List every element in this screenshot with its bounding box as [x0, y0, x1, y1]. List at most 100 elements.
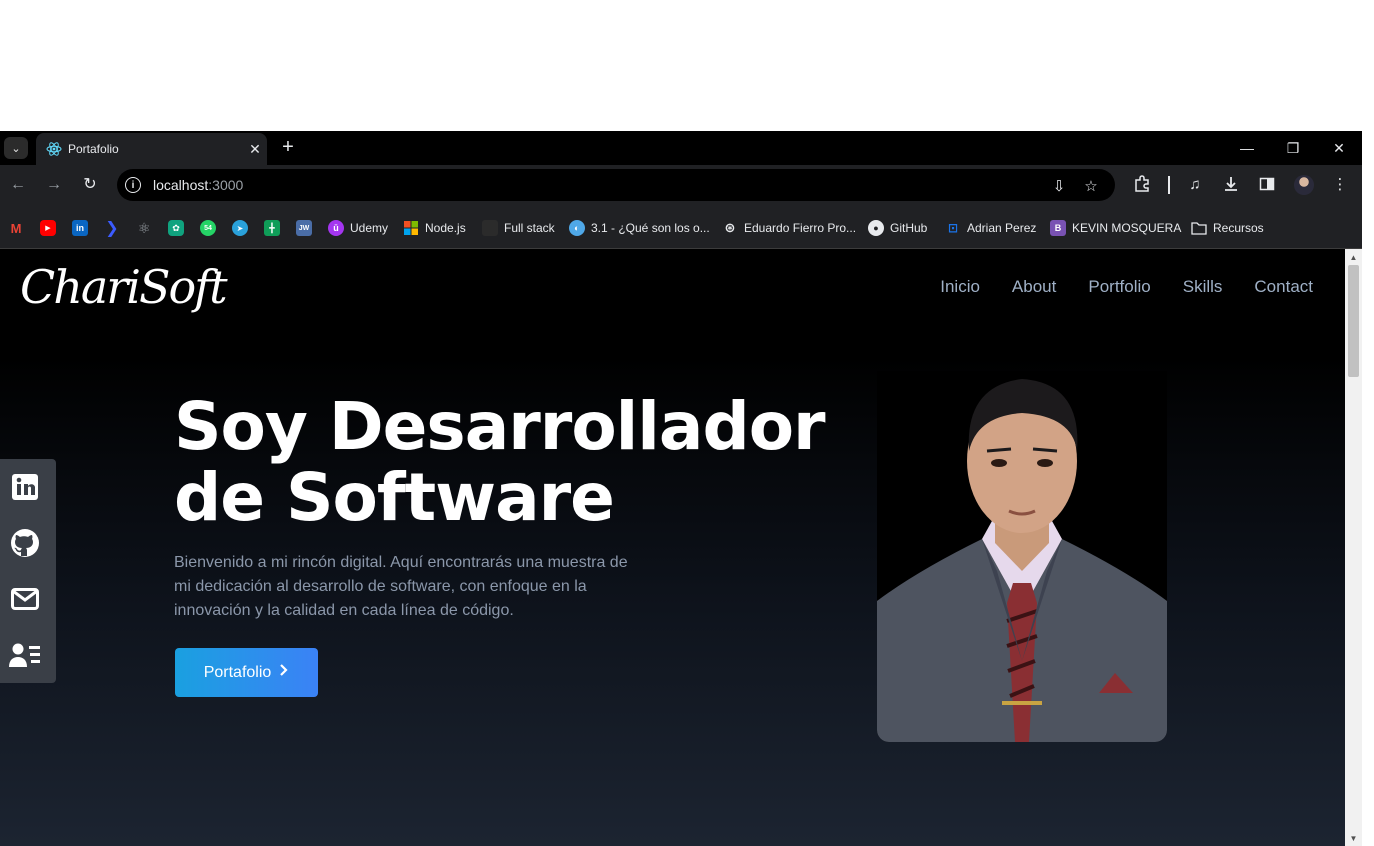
hero-title-line1: Soy Desarrollador [174, 388, 826, 465]
resume-icon[interactable] [9, 639, 41, 671]
restore-button[interactable]: ❐ [1270, 131, 1316, 165]
chevron-down-icon: ⌄ [11, 142, 21, 155]
folder-icon [1191, 220, 1207, 236]
url-host: localhost [153, 177, 209, 193]
bookmark-label: Udemy [350, 221, 389, 235]
reload-button[interactable]: ↻ [78, 173, 102, 197]
react-icon: ⚛ [137, 219, 151, 236]
bookmark-nodejs[interactable]: Node.js [403, 219, 466, 237]
site-info-icon[interactable]: i [125, 177, 141, 193]
hero-description: Bienvenido a mi rincón digital. Aquí enc… [174, 554, 628, 619]
bookmark-star-icon[interactable]: ☆ [1081, 177, 1101, 197]
bookmark-label: Node.js [425, 221, 466, 235]
bookmark-github[interactable]: ● GitHub [868, 219, 927, 237]
bootstrap-icon: B [1050, 220, 1066, 236]
scroll-up-icon[interactable]: ▲ [1345, 251, 1362, 265]
react-icon [46, 141, 62, 157]
linkedin-icon[interactable] [9, 471, 41, 503]
bookmark-adrian[interactable]: ⊡ Adrian Perez [945, 219, 1036, 237]
bookmark-whatsapp[interactable]: 54 [200, 219, 216, 237]
extensions-icon[interactable] [1131, 175, 1153, 195]
menu-kebab-icon[interactable]: ⋮ [1329, 175, 1351, 195]
scrollbar-thumb[interactable] [1348, 265, 1359, 377]
bookmark-jw[interactable]: JW [296, 219, 312, 237]
site-nav: Inicio About Portfolio Skills Contact [940, 277, 1313, 297]
openai-icon: ⊛ [724, 220, 736, 235]
close-tab-icon[interactable]: ✕ [243, 141, 267, 158]
linkedin-icon: in [72, 220, 88, 236]
bookmark-udemy[interactable]: ū Udemy [328, 219, 388, 237]
nav-contact[interactable]: Contact [1254, 277, 1313, 297]
tab-strip: ⌄ Portafolio ✕ + — ❐ ✕ [0, 131, 1362, 165]
new-tab-button[interactable]: + [276, 135, 300, 159]
bookmark-label: 3.1 - ¿Qué son los o... [591, 221, 710, 235]
nav-inicio[interactable]: Inicio [940, 277, 980, 297]
bookmark-gmail[interactable]: M [8, 219, 24, 237]
bookmark-label: Full stack [504, 221, 555, 235]
bookmark-youtube[interactable]: ▶ [40, 219, 56, 237]
bookmark-label: KEVIN MOSQUERA [1072, 221, 1182, 235]
profile-avatar[interactable] [1294, 175, 1314, 195]
scroll-down-icon[interactable]: ▼ [1345, 832, 1362, 846]
bookmark-label: Recursos [1213, 221, 1264, 235]
whatsapp-icon: 54 [200, 220, 216, 236]
github-icon[interactable] [9, 527, 41, 559]
bookmark-eduardo[interactable]: ⊛ Eduardo Fierro Pro... [722, 219, 857, 237]
site-logo-text: ChariSoft [20, 260, 228, 314]
side-panel-icon[interactable] [1256, 175, 1278, 195]
nav-portfolio[interactable]: Portfolio [1088, 277, 1150, 297]
nav-about[interactable]: About [1012, 277, 1056, 297]
square-icon [482, 220, 498, 236]
desktop-background [0, 0, 1374, 131]
address-bar[interactable]: i localhost:3000 ⇩ ☆ [117, 169, 1115, 201]
bookmark-sheets[interactable]: ╋ [264, 219, 280, 237]
github-icon: ● [868, 220, 884, 236]
chevron-app-icon: ❯ [105, 220, 119, 237]
telegram-icon: ➤ [232, 220, 248, 236]
bookmark-kevin[interactable]: B KEVIN MOSQUERA [1050, 219, 1181, 237]
circle-icon: ◐ [569, 220, 585, 236]
download-icon[interactable] [1220, 175, 1242, 195]
hero-title: Soy Desarrollador de Software [174, 388, 826, 536]
mail-icon[interactable] [9, 583, 41, 615]
bookmark-telegram[interactable]: ➤ [232, 219, 248, 237]
tab-title: Portafolio [68, 142, 119, 156]
social-sidebar [0, 459, 56, 683]
site-logo[interactable]: ChariSoft [20, 257, 228, 317]
bookmark-fullstack[interactable]: Full stack [482, 219, 555, 237]
bookmark-label: GitHub [890, 221, 928, 235]
sheets-icon: ╋ [264, 220, 280, 236]
browser-toolbar: ← → ↻ i localhost:3000 ⇩ ☆ ♫ ⋮ [0, 165, 1362, 205]
bookmark-label: Adrian Perez [967, 221, 1037, 235]
youtube-icon: ▶ [40, 220, 56, 236]
bookmark-react[interactable]: ⚛ [136, 219, 152, 237]
bookmark-chatgpt[interactable]: ✿ [168, 219, 184, 237]
hero-title-line2: de Software [174, 459, 615, 536]
nav-skills[interactable]: Skills [1183, 277, 1223, 297]
portafolio-button-label: Portafolio [203, 663, 272, 681]
bookmark-linkedin[interactable]: in [72, 219, 88, 237]
jw-icon: JW [296, 220, 312, 236]
bookmark-chevron-app[interactable]: ❯ [104, 219, 120, 237]
browser-window: ⌄ Portafolio ✕ + — ❐ ✕ ← → ↻ i localhost… [0, 131, 1362, 846]
close-window-button[interactable]: ✕ [1316, 131, 1362, 165]
forward-button[interactable]: → [42, 173, 66, 197]
url-port: :3000 [208, 177, 244, 193]
url-text: localhost:3000 [153, 177, 243, 193]
portafolio-button[interactable]: Portafolio [175, 648, 318, 697]
gmail-icon: M [10, 220, 22, 236]
bookmark-que-son[interactable]: ◐ 3.1 - ¿Qué son los o... [569, 219, 710, 237]
tab-portafolio[interactable]: Portafolio ✕ [36, 133, 267, 165]
bookmarks-bar: M ▶ in ❯ ⚛ ✿ 54 ➤ ╋ JW ū Udemy Node.js Fu… [0, 205, 1362, 249]
media-control-icon[interactable]: ♫ [1184, 175, 1206, 195]
install-app-icon[interactable]: ⇩ [1049, 177, 1069, 197]
profile-photo [877, 371, 1167, 742]
back-button[interactable]: ← [6, 173, 30, 197]
chevron-right-icon [279, 663, 289, 682]
page-scrollbar[interactable]: ▲ ▼ [1345, 249, 1362, 846]
tab-search-button[interactable]: ⌄ [4, 137, 28, 159]
page-viewport: ChariSoft Inicio About Portfolio Skills … [0, 249, 1345, 846]
minimize-button[interactable]: — [1224, 131, 1270, 165]
classroom-icon: ⊡ [947, 221, 959, 235]
bookmark-recursos[interactable]: Recursos [1191, 219, 1264, 237]
